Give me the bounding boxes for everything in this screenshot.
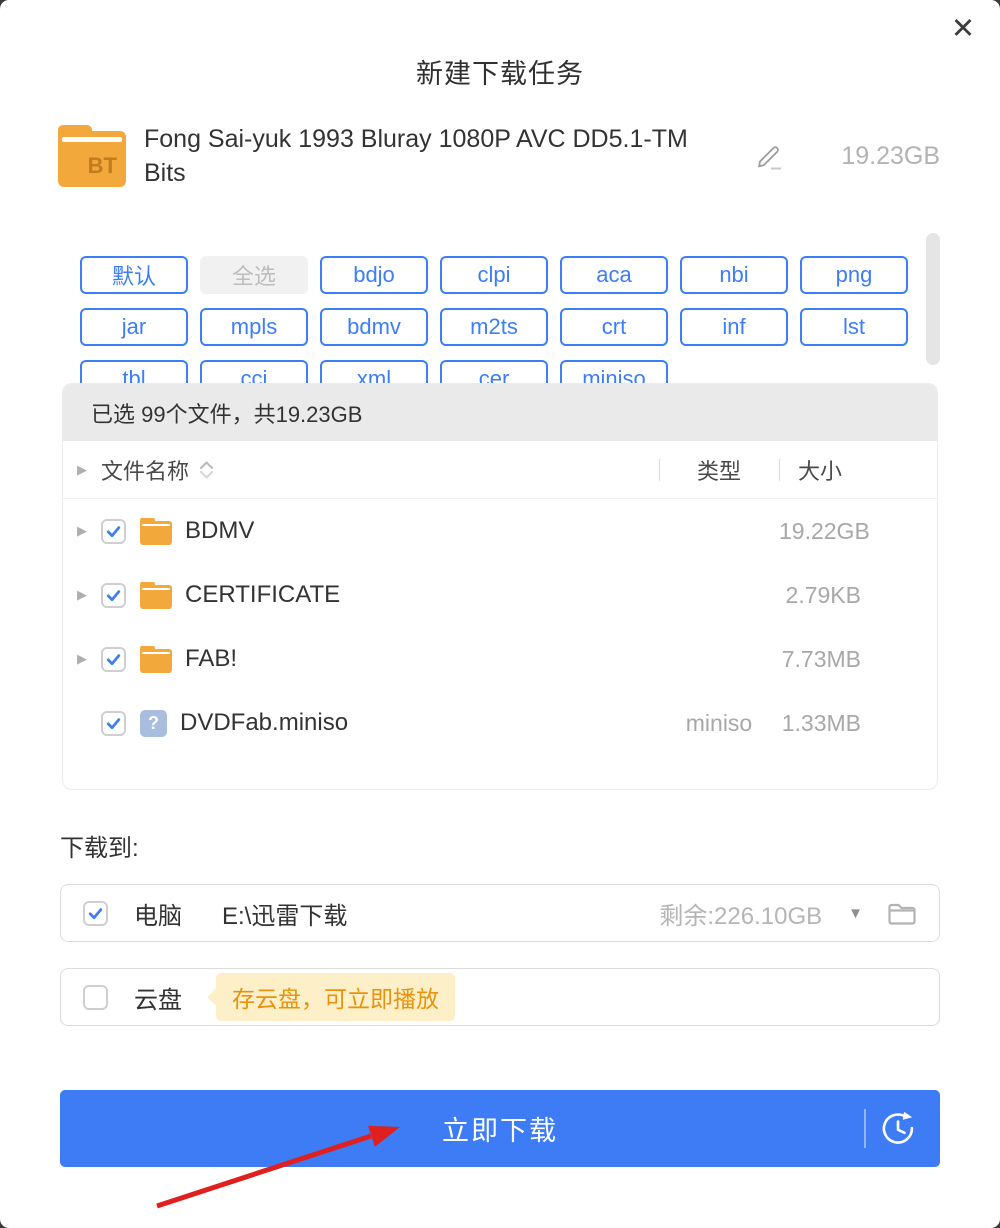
filter-button-crt[interactable]: crt [560, 308, 668, 346]
row-checkbox[interactable] [101, 647, 126, 672]
destination-cloud-row[interactable]: 云盘 存云盘，可立即播放 [60, 968, 940, 1026]
row-checkbox[interactable] [101, 519, 126, 544]
row-checkbox[interactable] [101, 583, 126, 608]
filter-button-m2ts[interactable]: m2ts [440, 308, 548, 346]
column-file-name[interactable]: 文件名称 [101, 454, 189, 486]
filter-button-bdjo[interactable]: bdjo [320, 256, 428, 294]
file-type-filter-list: 默认全选 bdjo clpiacanbipng jarmpls bdmv m2ts crti… [80, 256, 908, 383]
filter-button-默认[interactable]: 默认 [80, 256, 188, 294]
folder-icon [140, 582, 172, 609]
task-summary: BT Fong Sai-yuk 1993 Bluray 1080P AVC DD… [58, 122, 940, 190]
button-divider [864, 1109, 866, 1148]
file-list-panel: 已选 99个文件，共19.23GB ▶ 文件名称 类型 大小 ▶ BDMV 19.2… [62, 383, 938, 790]
expand-icon[interactable]: ▶ [77, 587, 101, 603]
file-list-header: ▶ 文件名称 类型 大小 [63, 441, 937, 499]
folder-icon [140, 518, 172, 545]
file-name: DVDFab.miniso [180, 709, 348, 737]
filter-button-全选[interactable]: 全选 [200, 256, 308, 294]
column-size[interactable]: 大小 [779, 454, 937, 486]
file-name: CERTIFICATE [185, 581, 340, 609]
sort-icon[interactable] [199, 461, 214, 479]
browse-folder-icon[interactable] [887, 900, 917, 926]
download-now-label: 立即下载 [442, 1109, 558, 1148]
filter-button-clpi[interactable]: clpi [440, 256, 548, 294]
schedule-download-icon[interactable] [880, 1111, 916, 1147]
expand-icon[interactable]: ▶ [77, 651, 101, 667]
file-size: 1.33MB [779, 710, 937, 737]
chevron-down-icon[interactable]: ▼ [848, 905, 863, 922]
free-space: 剩余:226.10GB [659, 896, 822, 931]
file-size: 2.79KB [779, 582, 937, 609]
filter-button-miniso[interactable]: miniso [560, 360, 668, 383]
unknown-file-icon: ? [140, 710, 167, 737]
cloud-label: 云盘 [134, 980, 182, 1015]
collapse-all-icon[interactable]: ▶ [77, 462, 101, 478]
file-row[interactable]: ▶ CERTIFICATE 2.79KB [63, 563, 937, 627]
file-name: BDMV [185, 517, 254, 545]
destination-local-row[interactable]: 电脑 E:\迅雷下载 剩余:226.10GB ▼ [60, 884, 940, 942]
dialog-title: 新建下载任务 [0, 52, 1000, 91]
filter-button-bdmv[interactable]: bdmv [320, 308, 428, 346]
task-name: Fong Sai-yuk 1993 Bluray 1080P AVC DD5.1… [144, 122, 704, 190]
bt-torrent-icon: BT [58, 125, 126, 187]
cloud-tip-badge: 存云盘，可立即播放 [216, 973, 455, 1021]
folder-icon [140, 646, 172, 673]
filter-button-jar[interactable]: jar [80, 308, 188, 346]
edit-name-icon[interactable] [756, 142, 786, 170]
expand-icon[interactable]: ▶ [77, 523, 101, 539]
file-name: FAB! [185, 645, 237, 673]
file-row[interactable]: ▶ FAB! 7.73MB [63, 627, 937, 691]
local-label: 电脑 [134, 896, 182, 931]
filter-button-mpls[interactable]: mpls [200, 308, 308, 346]
filter-button-png[interactable]: png [800, 256, 908, 294]
file-rows: ▶ BDMV 19.22GB ▶ CERTIFICATE 2.79KB ▶ FAB! 7.73M… [63, 499, 937, 755]
file-row[interactable]: ▶?DVDFab.minisominiso1.33MB [63, 691, 937, 755]
local-path: E:\迅雷下载 [222, 896, 347, 931]
new-download-task-dialog: ✕ 新建下载任务 BT Fong Sai-yuk 1993 Bluray 108… [0, 0, 1000, 1228]
file-row[interactable]: ▶ BDMV 19.22GB [63, 499, 937, 563]
filter-button-cci[interactable]: cci [200, 360, 308, 383]
local-checkbox[interactable] [83, 901, 108, 926]
file-size: 19.22GB [779, 518, 937, 545]
cloud-checkbox[interactable] [83, 985, 108, 1010]
download-now-button[interactable]: 立即下载 [60, 1090, 940, 1167]
close-icon[interactable]: ✕ [946, 12, 980, 46]
filter-button-cer[interactable]: cer [440, 360, 548, 383]
file-type: miniso [659, 710, 779, 737]
download-to-label: 下载到: [60, 828, 139, 863]
filter-button-tbl[interactable]: tbl [80, 360, 188, 383]
filter-button-aca[interactable]: aca [560, 256, 668, 294]
task-total-size: 19.23GB [841, 142, 940, 171]
filter-button-nbi[interactable]: nbi [680, 256, 788, 294]
column-type[interactable]: 类型 [659, 454, 779, 486]
file-size: 7.73MB [779, 646, 937, 673]
filter-button-xml[interactable]: xml [320, 360, 428, 383]
filter-button-lst[interactable]: lst [800, 308, 908, 346]
filter-button-inf[interactable]: inf [680, 308, 788, 346]
row-checkbox[interactable] [101, 711, 126, 736]
filters-scrollbar-thumb[interactable] [926, 233, 940, 365]
selection-summary: 已选 99个文件，共19.23GB [63, 384, 937, 441]
